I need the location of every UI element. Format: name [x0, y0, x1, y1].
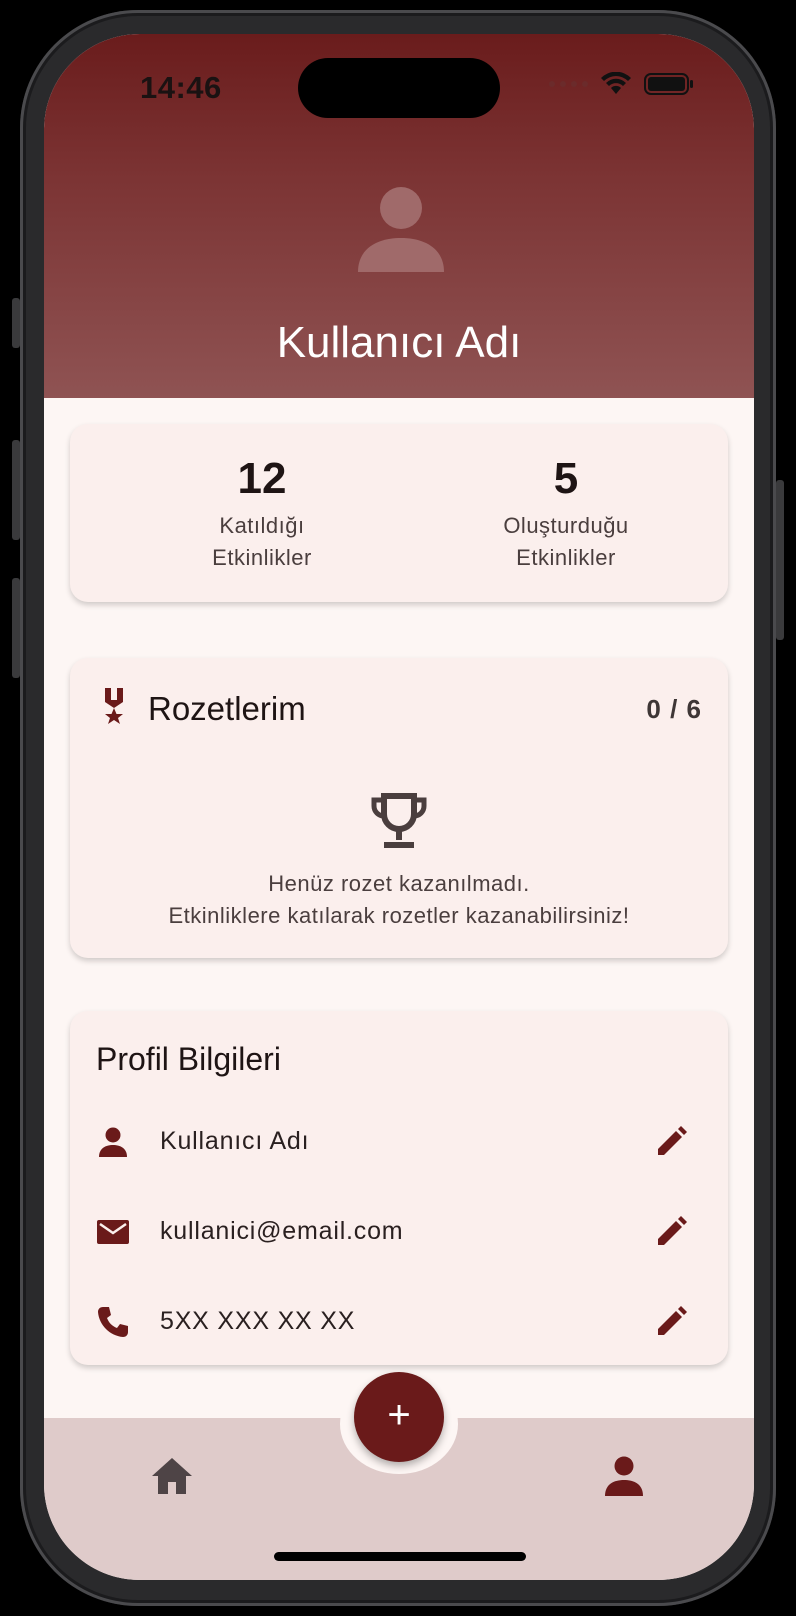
add-event-fab-button[interactable]: + — [354, 1372, 444, 1462]
stat-value: 5 — [553, 454, 579, 503]
volume-up-button — [12, 440, 20, 540]
trophy-icon — [371, 793, 427, 848]
stats-card: 12 Katıldığı Etkinlikler 5 Oluşturduğu E… — [70, 424, 728, 602]
info-row-phone: 5XX XXX XX XX — [70, 1291, 728, 1351]
action-button — [12, 298, 20, 348]
info-row-username: Kullanıcı Adı — [70, 1111, 728, 1171]
badges-card: Rozetlerim 0 / 6 Henüz rozet kazanılmadı… — [70, 658, 728, 958]
empty-line2: Etkinliklere katılarak rozetler kazanabi… — [168, 903, 630, 928]
dynamic-island — [298, 58, 500, 118]
stat-label-line1: Katıldığı — [219, 513, 305, 538]
stat-label-line2: Etkinlikler — [212, 545, 312, 570]
person-icon — [99, 1127, 127, 1157]
profile-header: 14:46 Kullanıcı Adı — [44, 34, 754, 398]
medal-icon — [105, 688, 123, 724]
power-button — [776, 480, 784, 640]
empty-line1: Henüz rozet kazanılmadı. — [268, 871, 530, 896]
profile-name: Kullanıcı Adı — [276, 318, 522, 367]
app-screen: 14:46 Kullanıcı Adı 12 Katıldığı Etkinli… — [44, 34, 754, 1580]
wifi-icon — [601, 72, 631, 94]
stat-value: 12 — [237, 454, 287, 503]
battery-icon — [644, 73, 693, 95]
home-icon[interactable] — [150, 1454, 194, 1498]
stat-label-line1: Oluşturduğu — [503, 513, 629, 538]
stat-created-events: 5 Oluşturduğu Etkinlikler — [436, 454, 696, 574]
cellular-signal-icon — [549, 81, 588, 87]
status-time: 14:46 — [140, 70, 222, 105]
phone-value: 5XX XXX XX XX — [160, 1307, 356, 1335]
phone-icon — [98, 1307, 128, 1337]
edit-phone-pencil-icon[interactable] — [654, 1303, 690, 1339]
username-value: Kullanıcı Adı — [160, 1127, 310, 1155]
edit-username-pencil-icon[interactable] — [654, 1123, 690, 1159]
home-indicator — [274, 1552, 526, 1561]
profile-info-card: Profil Bilgileri Kullanıcı Adı kullanici… — [70, 1011, 728, 1365]
stat-label-line2: Etkinlikler — [516, 545, 616, 570]
status-icons — [549, 72, 694, 96]
avatar-person-icon — [358, 187, 444, 272]
badges-count: 0 / 6 — [646, 694, 702, 724]
stat-joined-events: 12 Katıldığı Etkinlikler — [132, 454, 392, 574]
badges-empty-message: Henüz rozet kazanılmadı. Etkinliklere ka… — [70, 868, 728, 932]
profile-info-title: Profil Bilgileri — [96, 1041, 281, 1077]
volume-down-button — [12, 578, 20, 678]
email-value: kullanici@email.com — [160, 1217, 404, 1245]
mail-icon — [97, 1220, 129, 1244]
badges-title: Rozetlerim — [148, 690, 306, 727]
info-row-email: kullanici@email.com — [70, 1201, 728, 1261]
profile-icon[interactable] — [602, 1454, 646, 1498]
edit-email-pencil-icon[interactable] — [654, 1213, 690, 1249]
